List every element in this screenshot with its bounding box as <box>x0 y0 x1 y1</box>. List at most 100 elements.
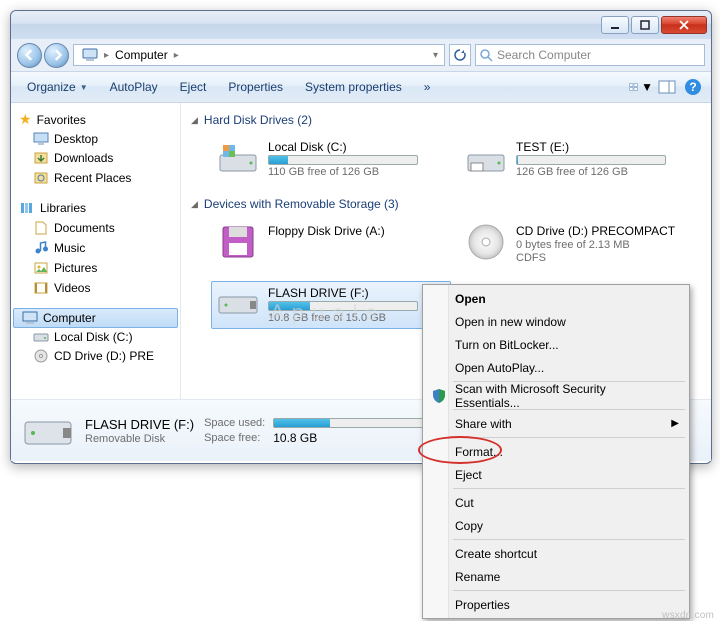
nav-recent-places[interactable]: Recent Places <box>11 168 180 188</box>
drive-free: 126 GB free of 126 GB <box>516 166 666 178</box>
hdd-icon <box>33 331 49 343</box>
space-free-label: Space free: <box>204 432 265 444</box>
favorites-header[interactable]: ★Favorites <box>11 109 180 130</box>
chevron-down-icon[interactable]: ▾ <box>433 50 442 61</box>
drive-label: TEST (E:) <box>516 140 666 154</box>
menu-create-shortcut[interactable]: Create shortcut <box>425 542 687 565</box>
properties-button[interactable]: Properties <box>218 77 293 97</box>
toolbar: Organize▼ AutoPlay Eject Properties Syst… <box>11 71 711 103</box>
menu-eject[interactable]: Eject <box>425 463 687 486</box>
back-button[interactable] <box>17 43 42 68</box>
floppy-icon <box>217 223 259 261</box>
computer-icon <box>22 311 38 325</box>
nav-desktop[interactable]: Desktop <box>11 130 180 148</box>
svg-text:?: ? <box>689 80 696 94</box>
chevron-right-icon: ▸ <box>174 50 179 61</box>
view-options-button[interactable]: ▼ <box>629 75 653 99</box>
documents-icon <box>33 220 49 236</box>
search-icon <box>480 49 493 62</box>
removable-icon <box>216 289 260 319</box>
organize-button[interactable]: Organize▼ <box>17 77 98 97</box>
search-input[interactable]: Search Computer <box>475 44 705 66</box>
drive-flash-f[interactable]: FLASH DRIVE (F:) 10.8 GB free of 15.0 GB <box>211 281 451 329</box>
capacity-bar <box>516 155 666 165</box>
drive-free: 10.8 GB free of 15.0 GB <box>268 312 418 324</box>
menu-open-new-window[interactable]: Open in new window <box>425 310 687 333</box>
drive-free: 0 bytes free of 2.13 MB <box>516 239 675 251</box>
search-placeholder: Search Computer <box>497 48 591 62</box>
collapse-icon: ◢ <box>191 199 198 210</box>
hdd-icon <box>217 141 259 175</box>
star-icon: ★ <box>19 111 32 128</box>
address-bar: ▸ Computer ▸ ▾ Search Computer <box>11 39 711 71</box>
menu-copy[interactable]: Copy <box>425 514 687 537</box>
toolbar-overflow-button[interactable]: » <box>414 77 441 97</box>
favorites-group: ★Favorites Desktop Downloads Recent Plac… <box>11 109 180 188</box>
autoplay-button[interactable]: AutoPlay <box>100 77 168 97</box>
navigation-pane: ★Favorites Desktop Downloads Recent Plac… <box>11 103 181 399</box>
menu-cut[interactable]: Cut <box>425 491 687 514</box>
nav-downloads[interactable]: Downloads <box>11 148 180 168</box>
nav-pictures[interactable]: Pictures <box>11 258 180 278</box>
libraries-icon <box>19 200 35 216</box>
titlebar <box>11 11 711 39</box>
help-button[interactable]: ? <box>681 75 705 99</box>
menu-open[interactable]: Open <box>425 287 687 310</box>
removable-icon <box>21 408 75 454</box>
space-used-label: Space used: <box>204 417 265 429</box>
preview-pane-button[interactable] <box>655 75 679 99</box>
watermark-site: wsxdn.com <box>662 610 714 621</box>
menu-rename[interactable]: Rename <box>425 565 687 588</box>
context-menu: Open Open in new window Turn on BitLocke… <box>422 284 690 619</box>
chevron-right-icon: ▶ <box>671 418 679 429</box>
recent-icon <box>33 170 49 186</box>
nav-videos[interactable]: Videos <box>11 278 180 298</box>
eject-button[interactable]: Eject <box>170 77 217 97</box>
section-hdd[interactable]: ◢Hard Disk Drives (2) <box>191 109 701 131</box>
downloads-icon <box>33 150 49 166</box>
maximize-button[interactable] <box>631 16 659 34</box>
drive-fs: CDFS <box>516 252 675 264</box>
drive-label: Local Disk (C:) <box>268 140 418 154</box>
breadcrumb-computer[interactable]: Computer <box>109 45 174 65</box>
shield-icon <box>430 387 448 405</box>
disc-icon <box>33 348 49 364</box>
music-icon <box>33 240 49 256</box>
disc-icon <box>465 221 507 263</box>
libraries-header[interactable]: Libraries <box>11 198 180 218</box>
drive-label: FLASH DRIVE (F:) <box>268 286 418 300</box>
drive-label: CD Drive (D:) PRECOMPACT <box>516 224 675 238</box>
nav-documents[interactable]: Documents <box>11 218 180 238</box>
nav-computer[interactable]: Computer <box>13 308 178 328</box>
breadcrumb[interactable]: ▸ Computer ▸ ▾ <box>73 44 445 66</box>
drive-test-e[interactable]: TEST (E:) 126 GB free of 126 GB <box>459 135 699 183</box>
menu-format[interactable]: Format... <box>425 440 687 463</box>
refresh-button[interactable] <box>449 44 471 66</box>
desktop-icon <box>33 132 49 146</box>
drive-local-c[interactable]: Local Disk (C:) 110 GB free of 126 GB <box>211 135 451 183</box>
menu-share-with[interactable]: Share with▶ <box>425 412 687 435</box>
details-name: FLASH DRIVE (F:) <box>85 417 194 432</box>
forward-button[interactable] <box>44 43 69 68</box>
nav-local-c[interactable]: Local Disk (C:) <box>11 328 180 346</box>
computer-group: Computer Local Disk (C:) CD Drive (D:) P… <box>11 308 180 366</box>
capacity-bar <box>268 301 418 311</box>
section-removable[interactable]: ◢Devices with Removable Storage (3) <box>191 193 701 215</box>
drive-free: 110 GB free of 126 GB <box>268 166 418 178</box>
libraries-group: Libraries Documents Music Pictures Video… <box>11 198 180 298</box>
drive-floppy-a[interactable]: Floppy Disk Drive (A:) <box>211 219 451 269</box>
menu-properties[interactable]: Properties <box>425 593 687 616</box>
nav-music[interactable]: Music <box>11 238 180 258</box>
menu-autoplay[interactable]: Open AutoPlay... <box>425 356 687 379</box>
menu-bitlocker[interactable]: Turn on BitLocker... <box>425 333 687 356</box>
menu-scan-mse[interactable]: Scan with Microsoft Security Essentials.… <box>425 384 687 407</box>
nav-cd-d[interactable]: CD Drive (D:) PRE <box>11 346 180 366</box>
close-button[interactable] <box>661 16 707 34</box>
pictures-icon <box>33 260 49 276</box>
minimize-button[interactable] <box>601 16 629 34</box>
system-properties-button[interactable]: System properties <box>295 77 412 97</box>
drive-cd-d[interactable]: CD Drive (D:) PRECOMPACT 0 bytes free of… <box>459 219 699 269</box>
collapse-icon: ◢ <box>191 115 198 126</box>
drive-label: Floppy Disk Drive (A:) <box>268 224 385 238</box>
capacity-bar <box>268 155 418 165</box>
